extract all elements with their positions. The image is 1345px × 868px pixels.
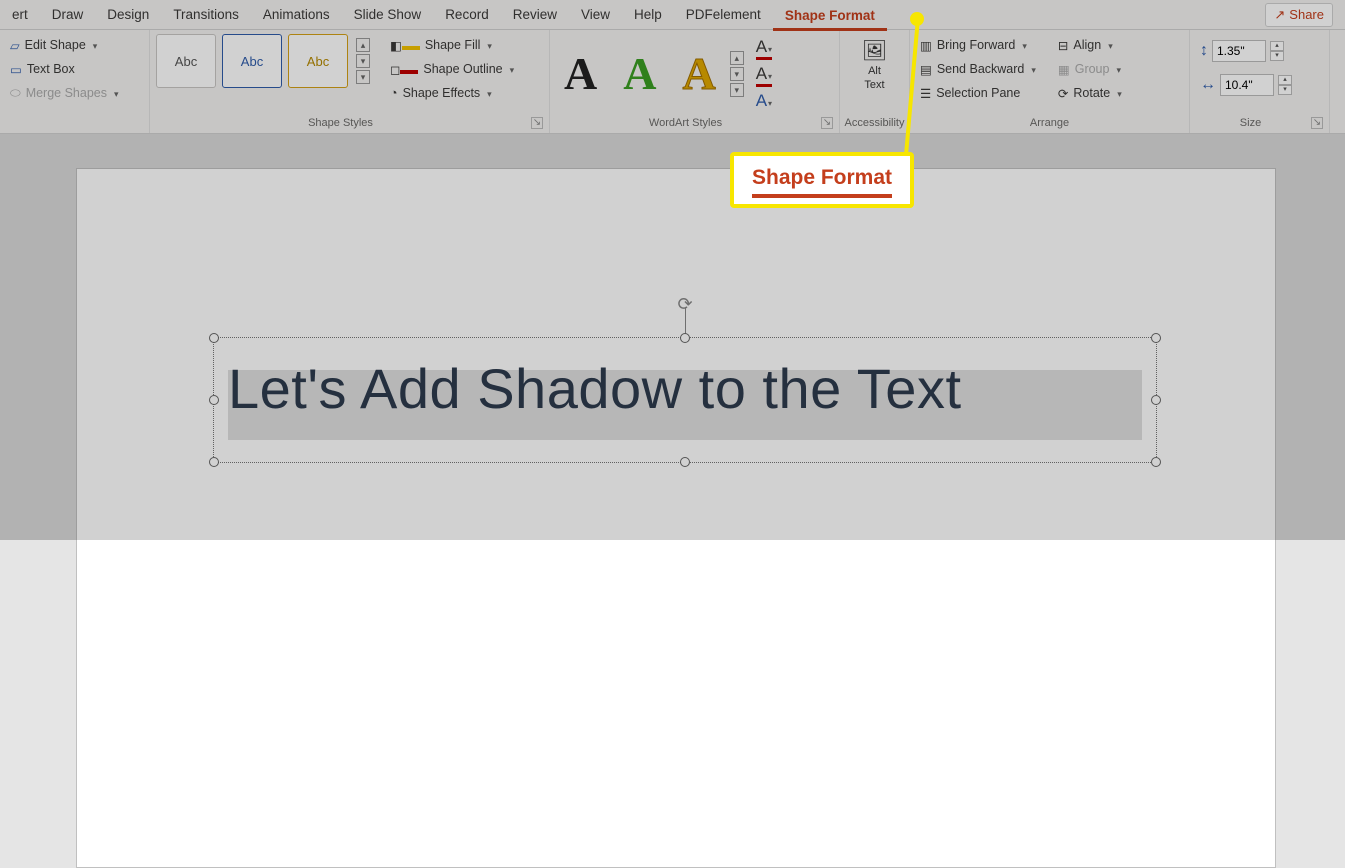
shape-effects-button[interactable]: ◔Shape Effects: [386, 82, 518, 104]
tab-pdfelement[interactable]: PDFelement: [674, 0, 773, 30]
tab-help[interactable]: Help: [622, 0, 674, 30]
shape-fill-icon: ◧: [390, 38, 420, 53]
share-button[interactable]: ↗ Share: [1265, 3, 1333, 27]
ribbon-tabs: ert Draw Design Transitions Animations S…: [0, 0, 1345, 30]
style-preset-3[interactable]: Abc: [288, 34, 348, 88]
share-icon: ↗: [1274, 7, 1285, 23]
tab-insert[interactable]: ert: [0, 0, 40, 30]
merge-shapes-button: ⬭Merge Shapes: [6, 82, 123, 104]
group-button: ▦Group: [1054, 58, 1126, 80]
handle-sw[interactable]: [209, 457, 219, 467]
group-label-shape-styles: Shape Styles: [308, 117, 373, 129]
group-icon: ▦: [1058, 62, 1070, 77]
shape-outline-icon: ◻: [390, 62, 418, 77]
group-label-insert-shapes: [0, 117, 149, 133]
width-input[interactable]: [1220, 74, 1274, 96]
shape-outline-button[interactable]: ◻Shape Outline: [386, 58, 518, 80]
text-box-icon: ▭: [10, 62, 22, 77]
alt-text-button[interactable]: 🖼 Alt Text: [855, 34, 895, 94]
width-icon: ↔: [1200, 76, 1216, 94]
height-input[interactable]: [1212, 40, 1266, 62]
height-icon: ↕: [1200, 42, 1208, 60]
selected-textbox[interactable]: ⟳ Let's Add Shadow to the Text: [213, 337, 1157, 463]
callout-label: Shape Format: [752, 166, 892, 190]
tab-transitions[interactable]: Transitions: [161, 0, 251, 30]
width-field[interactable]: ↔ ▴▾: [1200, 72, 1292, 98]
group-label-wordart: WordArt Styles: [649, 117, 722, 129]
wordart-preset-1[interactable]: A: [564, 47, 597, 100]
tab-slideshow[interactable]: Slide Show: [342, 0, 434, 30]
ribbon: ▱Edit Shape ▭Text Box ⬭Merge Shapes Abc …: [0, 30, 1345, 134]
textbox-text[interactable]: Let's Add Shadow to the Text: [228, 356, 962, 421]
align-icon: ⊟: [1058, 38, 1068, 53]
tab-design[interactable]: Design: [95, 0, 161, 30]
handle-nw[interactable]: [209, 333, 219, 343]
style-preset-1[interactable]: Abc: [156, 34, 216, 88]
group-label-arrange: Arrange: [910, 117, 1189, 133]
width-spinner[interactable]: ▴▾: [1278, 75, 1292, 95]
selection-pane-button[interactable]: ☰Selection Pane: [916, 82, 1040, 104]
edit-shape-button[interactable]: ▱Edit Shape: [6, 34, 123, 56]
tab-review[interactable]: Review: [501, 0, 569, 30]
shape-fill-button[interactable]: ◧Shape Fill: [386, 34, 518, 56]
rotate-button[interactable]: ⟳Rotate: [1054, 82, 1126, 104]
bring-forward-button[interactable]: ▥Bring Forward: [916, 34, 1040, 56]
tab-animations[interactable]: Animations: [251, 0, 342, 30]
selection-pane-icon: ☰: [920, 86, 931, 101]
wordart-preset-2[interactable]: A: [623, 47, 656, 100]
send-backward-button[interactable]: ▤Send Backward: [916, 58, 1040, 80]
tab-record[interactable]: Record: [433, 0, 501, 30]
share-label: Share: [1289, 7, 1324, 22]
wordart-dialog[interactable]: ↘: [821, 117, 833, 129]
shape-effects-icon: ◔: [390, 86, 398, 100]
send-backward-icon: ▤: [920, 62, 932, 77]
callout-underline: [752, 194, 892, 198]
alt-text-icon: 🖼: [862, 38, 887, 63]
slide-canvas-area[interactable]: ⟳ Let's Add Shadow to the Text: [0, 134, 1345, 540]
slide[interactable]: ⟳ Let's Add Shadow to the Text: [76, 168, 1276, 868]
text-effects-button[interactable]: A: [756, 91, 772, 111]
height-spinner[interactable]: ▴▾: [1270, 41, 1284, 61]
tab-draw[interactable]: Draw: [40, 0, 96, 30]
group-label-size: Size: [1240, 117, 1261, 129]
callout-shape-format: Shape Format: [730, 152, 914, 208]
text-box-button[interactable]: ▭Text Box: [6, 58, 123, 80]
size-dialog[interactable]: ↘: [1311, 117, 1323, 129]
text-fill-button[interactable]: A: [756, 37, 772, 60]
wordart-preset-3[interactable]: A: [682, 47, 715, 100]
wordart-gallery-more[interactable]: ▴▾▾: [730, 51, 746, 97]
text-outline-button[interactable]: A: [756, 64, 772, 87]
rotate-icon: ⟳: [1058, 86, 1068, 101]
handle-ne[interactable]: [1151, 333, 1161, 343]
handle-w[interactable]: [209, 395, 219, 405]
merge-shapes-icon: ⬭: [10, 86, 21, 101]
group-label-accessibility: Accessibility: [840, 117, 909, 133]
shape-styles-dialog[interactable]: ↘: [531, 117, 543, 129]
style-preset-2[interactable]: Abc: [222, 34, 282, 88]
align-button[interactable]: ⊟Align: [1054, 34, 1126, 56]
handle-s[interactable]: [680, 457, 690, 467]
tab-shape-format[interactable]: Shape Format: [773, 1, 887, 31]
handle-n[interactable]: [680, 333, 690, 343]
tab-view[interactable]: View: [569, 0, 622, 30]
height-field[interactable]: ↕ ▴▾: [1200, 38, 1292, 64]
callout-leader-dot: [910, 12, 924, 26]
style-gallery-more[interactable]: ▴▾▾: [356, 38, 372, 84]
edit-shape-icon: ▱: [10, 38, 20, 53]
handle-e[interactable]: [1151, 395, 1161, 405]
handle-se[interactable]: [1151, 457, 1161, 467]
bring-forward-icon: ▥: [920, 38, 932, 53]
